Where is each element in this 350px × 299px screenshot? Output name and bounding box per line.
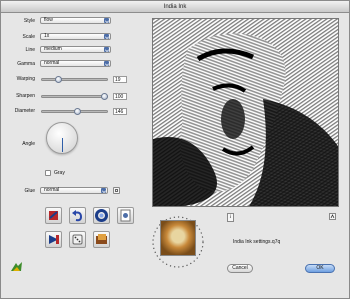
gamma-label: Gamma	[17, 61, 35, 67]
reset-button[interactable]	[45, 207, 62, 224]
presets-button[interactable]	[93, 231, 110, 248]
dice-icon	[72, 234, 83, 245]
save-file-icon	[120, 209, 131, 222]
glue-option-icon	[115, 189, 118, 192]
preset-filename: India Ink settings.q7q	[233, 239, 281, 245]
glue-select[interactable]: normal	[40, 187, 108, 194]
scale-select[interactable]: 1x	[40, 33, 111, 40]
chevron-down-icon	[104, 47, 109, 52]
undo-button[interactable]	[69, 207, 86, 224]
diameter-label: Diameter	[14, 108, 35, 114]
chevron-down-icon	[101, 188, 106, 193]
india-ink-dialog: India Ink Style flow Scale 1x Line mediu…	[0, 0, 350, 299]
info-icon: i	[229, 215, 232, 220]
angle-dial[interactable]	[46, 122, 78, 154]
zoom-icon	[330, 214, 335, 219]
navigator-thumbnail	[160, 220, 196, 256]
undo-icon	[72, 210, 83, 222]
gray-checkbox[interactable]	[45, 170, 51, 176]
gray-label: Gray	[54, 170, 65, 176]
randomize-button[interactable]	[69, 231, 86, 248]
glue-label: Glue	[24, 188, 35, 194]
cycle-button[interactable]	[93, 207, 110, 224]
chevron-down-icon	[104, 18, 109, 23]
glue-option-button[interactable]	[113, 187, 120, 194]
angle-label: Angle	[22, 141, 35, 147]
preview-canvas[interactable]	[152, 18, 339, 207]
style-select[interactable]: flow	[40, 17, 111, 24]
warping-value-field[interactable]: 19	[113, 76, 127, 83]
chevron-down-icon	[104, 61, 109, 66]
window-title: India Ink	[1, 1, 349, 13]
sharpen-label: Sharpen	[16, 93, 35, 99]
sharpen-slider[interactable]	[41, 95, 108, 98]
zoom-button[interactable]	[329, 213, 336, 220]
glue-value: normal	[44, 187, 60, 193]
cancel-button[interactable]: Cancel	[227, 264, 253, 273]
scale-value: 1x	[44, 33, 50, 39]
style-label: Style	[23, 18, 35, 24]
line-value: medium	[44, 46, 62, 52]
ok-button[interactable]: OK	[305, 264, 335, 273]
diameter-value-field[interactable]: 146	[113, 108, 127, 115]
save-settings-button[interactable]	[117, 207, 134, 224]
scale-label: Scale	[22, 34, 35, 40]
line-select[interactable]: medium	[40, 46, 111, 53]
preview-image	[153, 19, 338, 206]
reset-icon	[49, 211, 58, 220]
play-button[interactable]	[45, 231, 62, 248]
warping-label: Warping	[16, 76, 35, 82]
gamma-select[interactable]: normal	[40, 60, 111, 67]
diameter-slider-thumb[interactable]	[74, 108, 81, 115]
style-value: flow	[44, 17, 53, 23]
line-label: Line	[25, 47, 35, 53]
angle-needle	[62, 138, 63, 152]
warping-slider[interactable]	[41, 78, 108, 81]
sharpen-value-field[interactable]: 100	[113, 93, 127, 100]
app-logo-icon	[11, 262, 22, 271]
presets-icon	[96, 234, 107, 244]
warping-slider-thumb[interactable]	[55, 76, 62, 83]
sharpen-slider-thumb[interactable]	[101, 93, 108, 100]
gamma-value: normal	[44, 60, 60, 66]
info-button[interactable]: i	[227, 213, 234, 222]
play-icon	[49, 235, 59, 244]
chevron-down-icon	[104, 34, 109, 39]
navigator[interactable]	[150, 214, 206, 270]
cycle-icon	[95, 209, 108, 222]
